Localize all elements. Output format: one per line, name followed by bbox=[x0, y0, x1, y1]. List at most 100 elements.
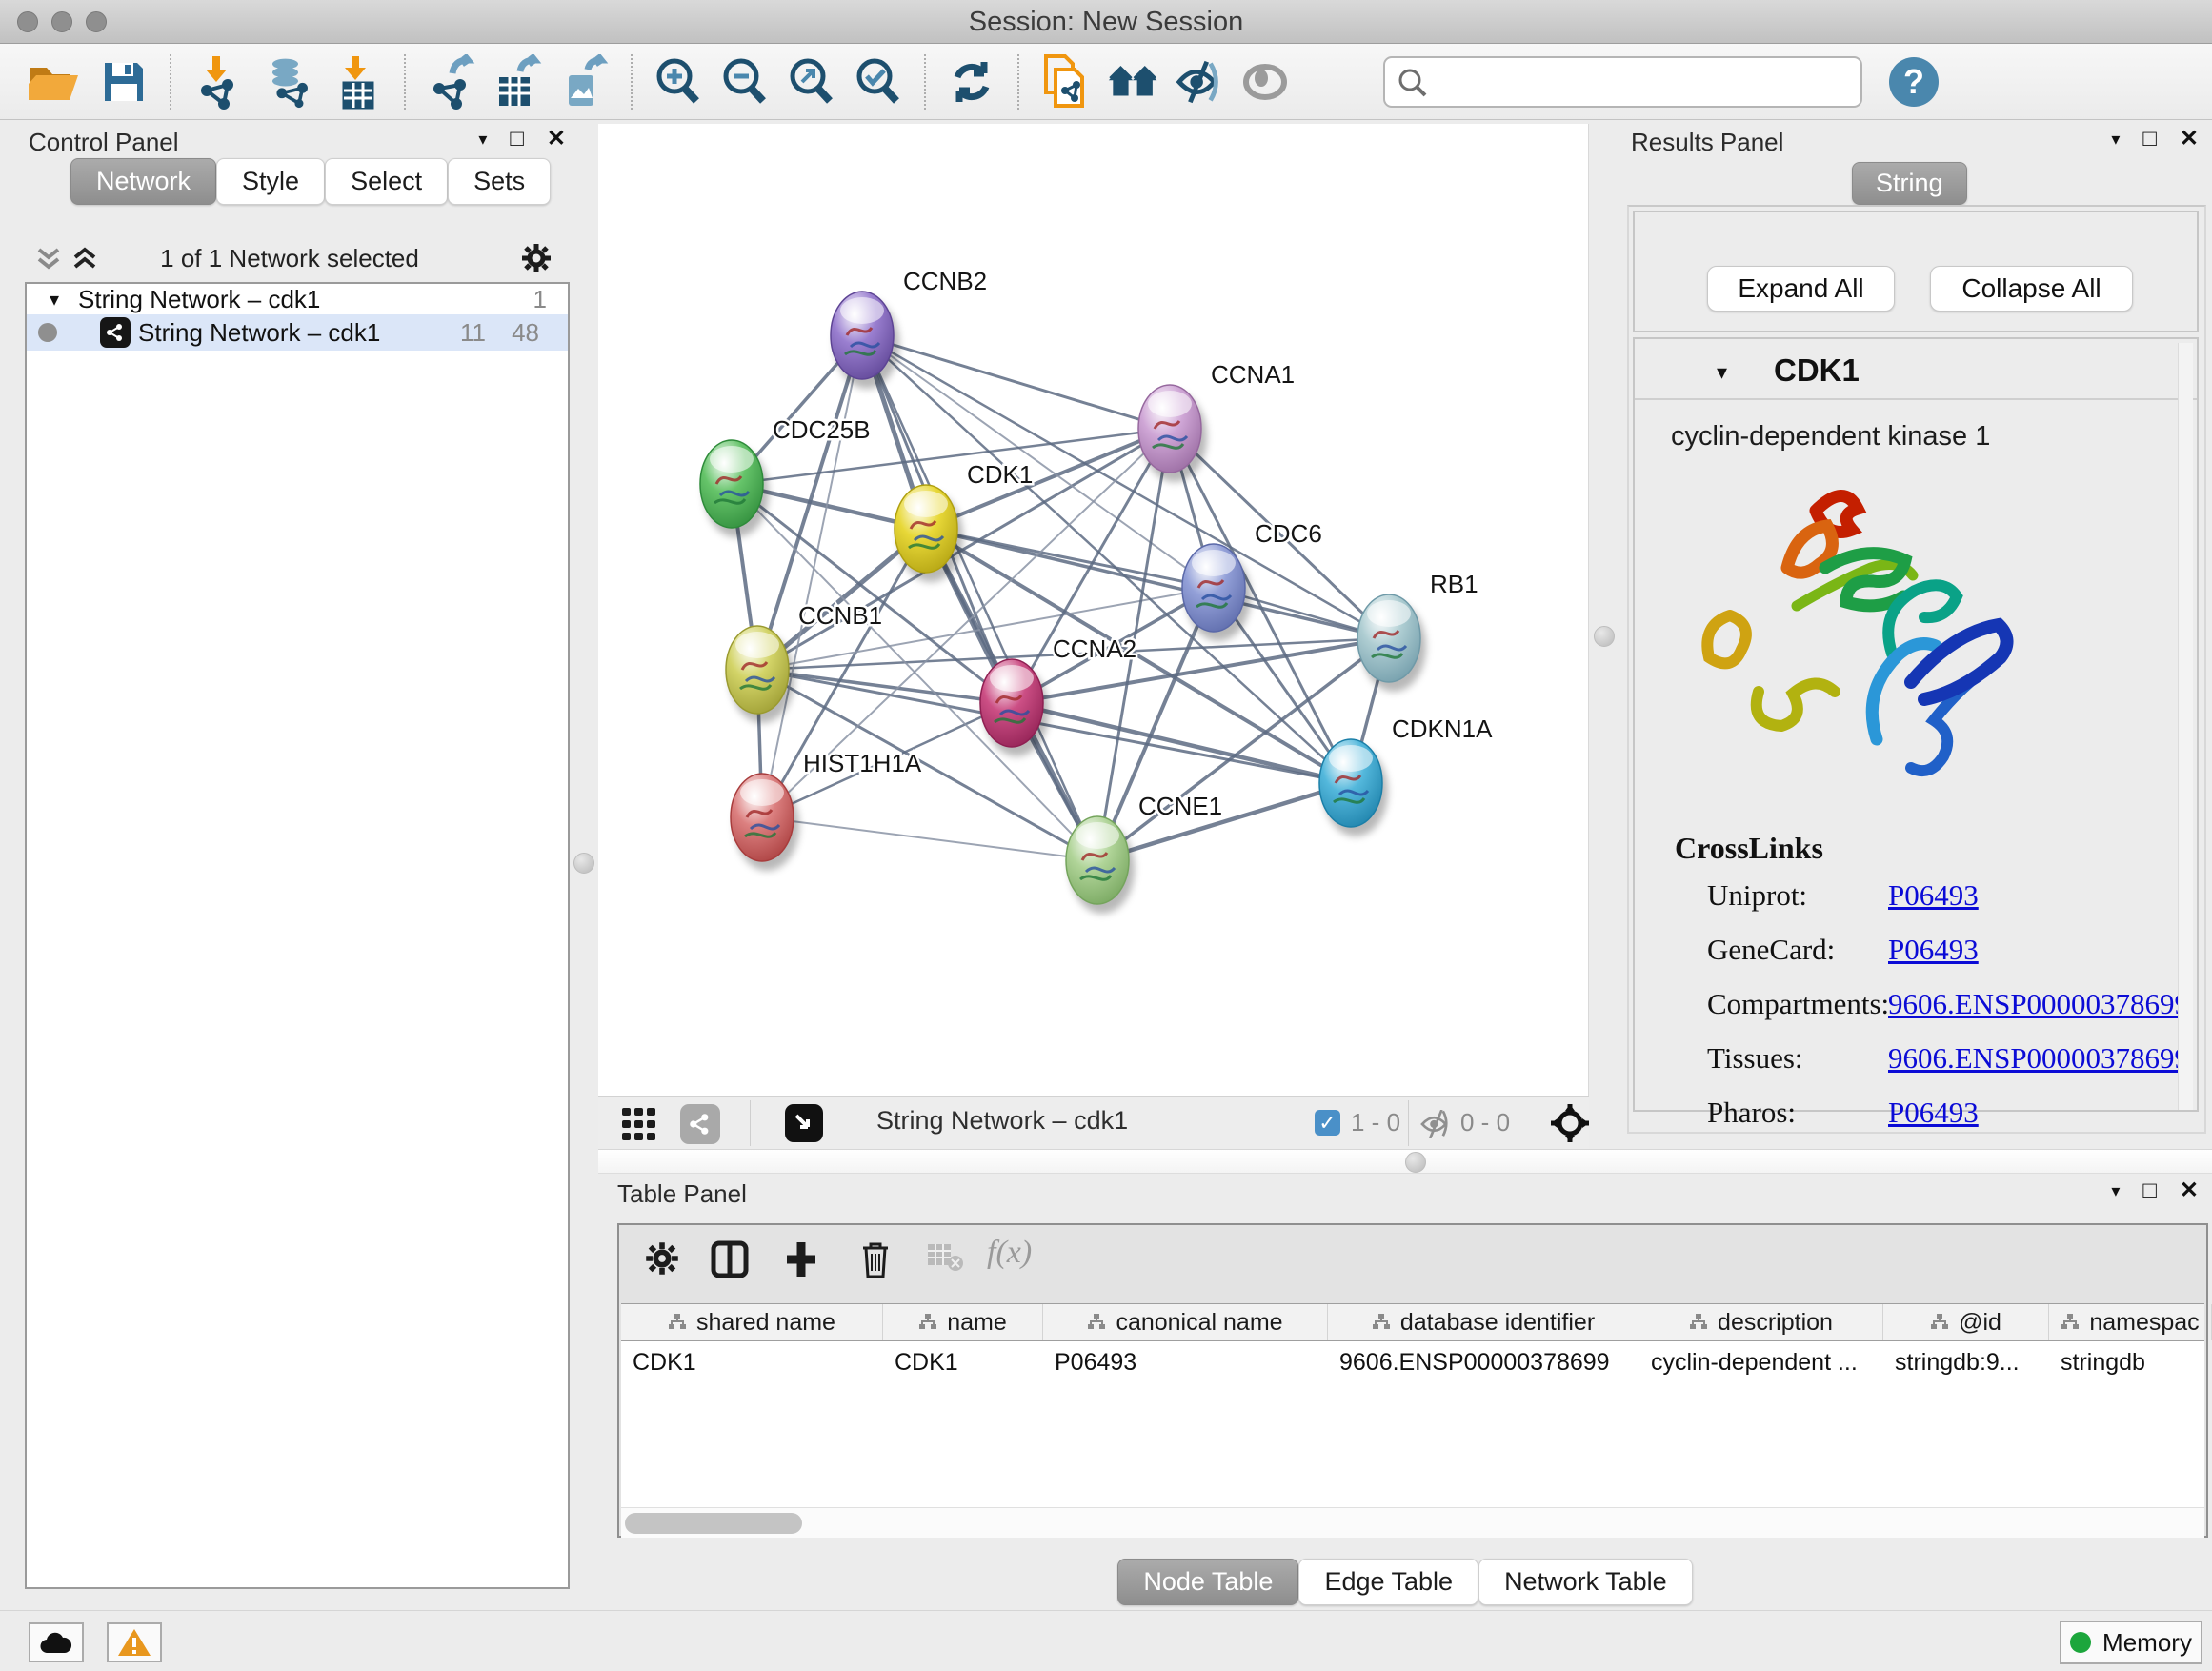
collapse-all-button[interactable]: Collapse All bbox=[1930, 266, 2133, 312]
tab-sets[interactable]: Sets bbox=[448, 158, 551, 205]
help-button[interactable]: ? bbox=[1887, 53, 1941, 111]
panel-float-icon[interactable]: ▾ bbox=[2111, 128, 2120, 151]
open-session-button[interactable] bbox=[27, 53, 80, 111]
node-CDC6[interactable]: CDC6 bbox=[1182, 519, 1322, 641]
panel-float-icon[interactable]: ▾ bbox=[478, 128, 487, 151]
scrollbar-thumb[interactable] bbox=[625, 1513, 802, 1534]
export-image-button[interactable] bbox=[558, 53, 612, 111]
node-CCNA1[interactable]: CCNA1 bbox=[1138, 360, 1295, 482]
cell-3[interactable]: 9606.ENSP00000378699 bbox=[1328, 1341, 1639, 1381]
tab-network-table[interactable]: Network Table bbox=[1478, 1559, 1693, 1605]
panel-float-icon[interactable]: ▾ bbox=[2111, 1179, 2120, 1202]
left-splitter-handle[interactable] bbox=[573, 853, 594, 874]
column-header-4[interactable]: description bbox=[1639, 1304, 1883, 1340]
show-graphics-button[interactable] bbox=[1238, 53, 1292, 111]
cloud-button[interactable] bbox=[29, 1622, 84, 1662]
tab-string[interactable]: String bbox=[1852, 162, 1967, 205]
fit-selection-crosshair-icon[interactable] bbox=[1551, 1104, 1589, 1142]
panel-maximize-icon[interactable]: □ bbox=[2142, 1179, 2157, 1202]
crosslink-link-3[interactable]: 9606.ENSP00000378699 bbox=[1888, 1041, 2189, 1076]
left-splitter[interactable] bbox=[570, 124, 598, 1157]
column-header-0[interactable]: shared name bbox=[621, 1304, 883, 1340]
cell-0[interactable]: CDK1 bbox=[621, 1341, 883, 1381]
node-CDKN1A[interactable]: CDKN1A bbox=[1319, 715, 1493, 836]
selected-checkbox-icon[interactable]: ✓ bbox=[1315, 1110, 1340, 1136]
panel-maximize-icon[interactable]: □ bbox=[510, 128, 524, 151]
edge-CCNA2-CDKN1A[interactable] bbox=[1012, 703, 1351, 783]
horizontal-splitter-handle[interactable] bbox=[1405, 1152, 1426, 1173]
edge-CCNE1-HIST1H1A[interactable] bbox=[762, 817, 1097, 860]
delete-column-icon[interactable] bbox=[859, 1240, 892, 1278]
gene-caret-icon[interactable]: ▾ bbox=[1717, 360, 1727, 385]
crosslink-link-4[interactable]: P06493 bbox=[1888, 1096, 1979, 1130]
gene-section-header[interactable]: ▾ CDK1 bbox=[1635, 339, 2197, 400]
network-collection-row[interactable]: ▾ String Network – cdk1 1 bbox=[27, 284, 568, 314]
expand-all-button[interactable]: Expand All bbox=[1707, 266, 1895, 312]
edge-CCNB2-RB1[interactable] bbox=[862, 335, 1389, 638]
export-network-button[interactable] bbox=[425, 53, 478, 111]
import-network-button[interactable] bbox=[191, 53, 244, 111]
import-network-from-database-button[interactable] bbox=[263, 53, 316, 111]
zoom-fit-button[interactable] bbox=[785, 53, 838, 111]
string-network-graph[interactable]: CCNB2CCNA1CDC25BCDK1CDC6RB1CCNB1CCNA2CDK… bbox=[598, 124, 1589, 1096]
cell-1[interactable]: CDK1 bbox=[883, 1341, 1043, 1381]
node-CCNE1[interactable]: CCNE1 bbox=[1066, 792, 1222, 914]
column-header-2[interactable]: canonical name bbox=[1043, 1304, 1328, 1340]
grid-view-icon[interactable] bbox=[622, 1108, 660, 1142]
crosslink-link-1[interactable]: P06493 bbox=[1888, 933, 1979, 967]
save-session-button[interactable] bbox=[97, 53, 151, 111]
zoom-out-button[interactable] bbox=[718, 53, 772, 111]
network-badge-icon[interactable] bbox=[680, 1104, 720, 1144]
tab-network[interactable]: Network bbox=[70, 158, 216, 205]
show-columns-icon[interactable] bbox=[711, 1240, 749, 1278]
crosslink-link-2[interactable]: 9606.ENSP00000378699 bbox=[1888, 987, 2189, 1021]
zoom-selected-button[interactable] bbox=[852, 53, 905, 111]
edge-CCNB2-CCNA1[interactable] bbox=[862, 335, 1170, 429]
hide-graphics-button[interactable] bbox=[1174, 53, 1227, 111]
zoom-in-button[interactable] bbox=[652, 53, 705, 111]
column-header-1[interactable]: name bbox=[883, 1304, 1043, 1340]
cell-6[interactable]: stringdb bbox=[2049, 1341, 2212, 1381]
panel-close-icon[interactable]: ✕ bbox=[2180, 128, 2199, 151]
export-table-button[interactable] bbox=[492, 53, 545, 111]
warning-button[interactable] bbox=[107, 1622, 162, 1662]
network-row[interactable]: String Network – cdk1 11 48 bbox=[27, 314, 568, 351]
tab-edge-table[interactable]: Edge Table bbox=[1298, 1559, 1478, 1605]
collection-caret-icon[interactable]: ▾ bbox=[50, 288, 59, 312]
cell-4[interactable]: cyclin-dependent ... bbox=[1639, 1341, 1883, 1381]
network-view-canvas[interactable]: CCNB2CCNA1CDC25BCDK1CDC6RB1CCNB1CCNA2CDK… bbox=[598, 124, 1589, 1096]
edge-CCNB2-CCNE1[interactable] bbox=[862, 335, 1097, 860]
table-gear-icon[interactable] bbox=[644, 1240, 680, 1277]
table-row[interactable]: CDK1CDK1P064939606.ENSP00000378699cyclin… bbox=[621, 1341, 2204, 1381]
tab-select[interactable]: Select bbox=[325, 158, 448, 205]
import-table-button[interactable] bbox=[332, 53, 385, 111]
search-input[interactable] bbox=[1383, 56, 1862, 108]
right-splitter-handle[interactable] bbox=[1594, 626, 1615, 647]
table-horizontal-scrollbar[interactable] bbox=[621, 1507, 2204, 1538]
column-header-6[interactable]: namespac bbox=[2049, 1304, 2212, 1340]
network-options-gear-icon[interactable] bbox=[520, 242, 553, 274]
tab-style[interactable]: Style bbox=[216, 158, 325, 205]
results-scrollbar[interactable] bbox=[2178, 343, 2193, 1110]
edge-CCNB2-HIST1H1A[interactable] bbox=[762, 335, 862, 817]
node-CCNB2[interactable]: CCNB2 bbox=[831, 267, 987, 389]
panel-close-icon[interactable]: ✕ bbox=[2180, 1179, 2199, 1202]
network-overview-button[interactable] bbox=[1107, 53, 1160, 111]
open-in-window-icon[interactable] bbox=[785, 1104, 823, 1142]
cell-5[interactable]: stringdb:9... bbox=[1883, 1341, 2049, 1381]
clone-network-button[interactable] bbox=[1038, 53, 1092, 111]
refresh-view-button[interactable] bbox=[945, 53, 998, 111]
add-column-icon[interactable] bbox=[783, 1240, 819, 1278]
cell-2[interactable]: P06493 bbox=[1043, 1341, 1328, 1381]
panel-maximize-icon[interactable]: □ bbox=[2142, 128, 2157, 151]
node-label-CCNA1: CCNA1 bbox=[1211, 360, 1295, 389]
crosslink-link-0[interactable]: P06493 bbox=[1888, 878, 1979, 913]
panel-close-icon[interactable]: ✕ bbox=[547, 128, 566, 151]
column-header-5[interactable]: @id bbox=[1883, 1304, 2049, 1340]
node-RB1[interactable]: RB1 bbox=[1357, 570, 1478, 692]
right-splitter[interactable] bbox=[1589, 124, 1619, 1157]
tab-node-table[interactable]: Node Table bbox=[1117, 1559, 1298, 1605]
memory-button[interactable]: Memory bbox=[2060, 1621, 2202, 1664]
column-header-3[interactable]: database identifier bbox=[1328, 1304, 1639, 1340]
edge-CCNE1-CDKN1A[interactable] bbox=[1097, 783, 1351, 860]
